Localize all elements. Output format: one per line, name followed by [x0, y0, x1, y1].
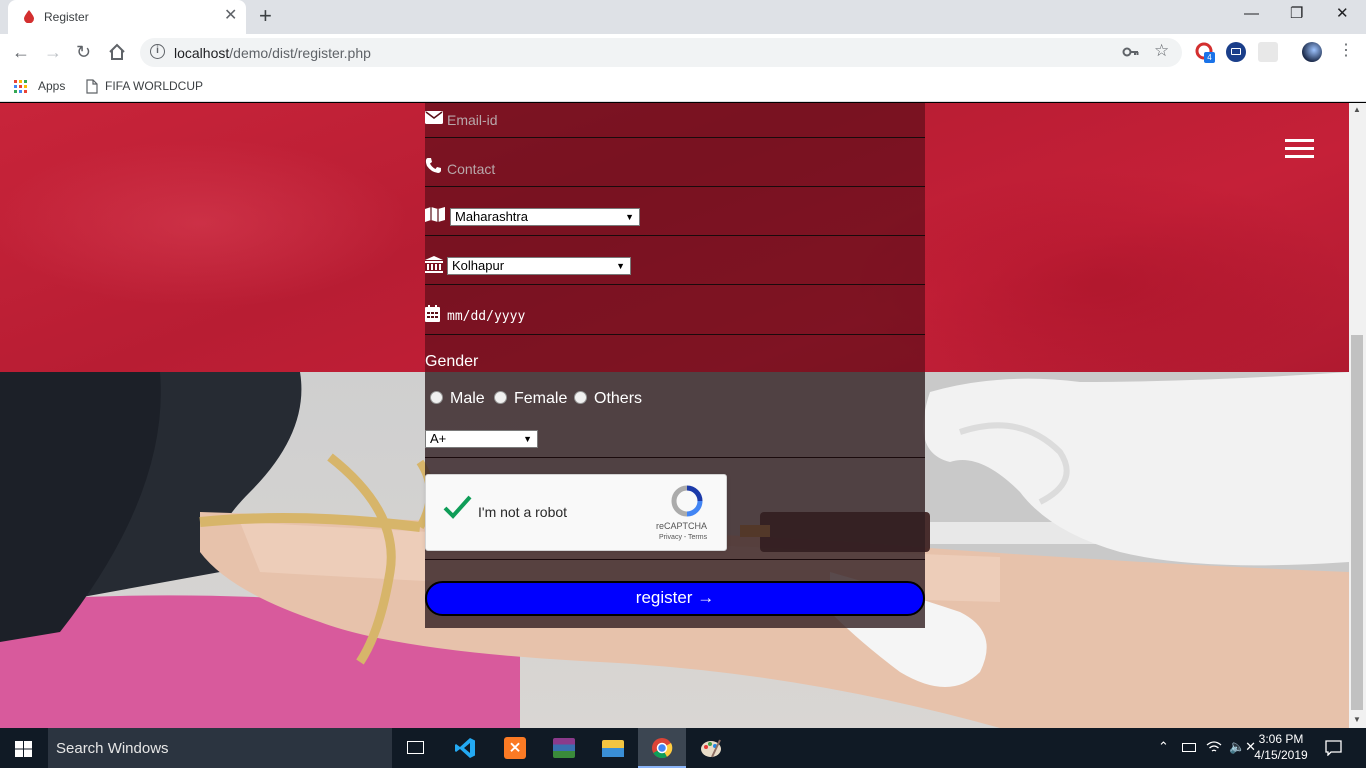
forward-icon[interactable]: → [44, 41, 62, 63]
windows-taskbar: Search Windows ⨯ ⌃ 🔈✕ 3:06 PM 4/15/2019 [0, 728, 1366, 768]
dropdown-arrow-icon: ▼ [523, 434, 532, 444]
wifi-icon[interactable] [1206, 740, 1222, 754]
captcha-brand: reCAPTCHA [656, 521, 708, 531]
minimize-icon[interactable]: — [1244, 4, 1259, 24]
apps-grid-icon[interactable] [14, 80, 28, 94]
clock-date: 4/15/2019 [1254, 748, 1308, 762]
page-viewport: Email-id Contact Maharashtra ▼ Kolhapur … [0, 103, 1349, 728]
state-row: Maharashtra ▼ [425, 187, 925, 236]
new-tab-icon[interactable]: + [259, 4, 272, 28]
task-view-icon[interactable] [392, 728, 440, 768]
email-row: Email-id [425, 103, 925, 138]
registration-form: Email-id Contact Maharashtra ▼ Kolhapur … [425, 103, 925, 628]
reload-icon[interactable]: ↻ [76, 41, 91, 63]
key-icon[interactable] [1122, 45, 1140, 59]
gender-male-radio[interactable] [430, 391, 443, 404]
file-explorer-icon[interactable] [588, 728, 636, 768]
city-select[interactable]: Kolhapur ▼ [447, 257, 631, 275]
tab-close-icon[interactable]: ✕ [224, 7, 237, 25]
contact-row: Contact [425, 138, 925, 187]
captcha-terms-link[interactable]: Privacy - Terms [659, 534, 707, 541]
gender-others-label: Others [594, 390, 643, 407]
home-icon[interactable] [108, 43, 126, 61]
recaptcha-widget: I'm not a robot reCAPTCHA Privacy - Term… [425, 474, 727, 551]
map-icon [425, 207, 445, 222]
battery-icon[interactable] [1182, 743, 1196, 752]
bookmark-star-icon[interactable]: ☆ [1154, 41, 1169, 61]
xampp-icon[interactable]: ⨯ [490, 728, 538, 768]
restore-icon[interactable]: ❐ [1290, 4, 1303, 24]
tab-strip: Register ✕ + — ❐ ✕ [0, 0, 1366, 34]
captcha-label: I'm not a robot [478, 504, 568, 520]
dob-input[interactable]: mm/dd/yyyy [447, 309, 525, 324]
start-button[interactable] [0, 728, 48, 768]
browser-tab[interactable]: Register ✕ [8, 0, 246, 34]
divider [425, 559, 925, 560]
scroll-up-icon[interactable]: ▲ [1353, 105, 1361, 114]
dob-row: mm/dd/yyyy [425, 285, 925, 335]
opera-extension-icon[interactable]: 4 [1195, 42, 1215, 63]
site-info-icon[interactable]: i [150, 44, 165, 59]
chrome-taskbar-icon[interactable] [638, 728, 686, 768]
tray-overflow-icon[interactable]: ⌃ [1158, 739, 1169, 755]
bookmarks-bar: Apps FIFA WORLDCUP [0, 72, 1366, 102]
extension-badge: 4 [1204, 52, 1215, 63]
dropdown-arrow-icon: ▼ [616, 261, 625, 271]
system-clock[interactable]: 3:06 PM 4/15/2019 [1248, 731, 1314, 763]
phone-icon [425, 158, 441, 173]
action-center-icon[interactable] [1325, 740, 1342, 756]
bookmark-fifa-worldcup[interactable]: FIFA WORLDCUP [105, 78, 203, 94]
gender-male-label: Male [450, 390, 485, 407]
gender-label: Gender [425, 353, 479, 370]
scroll-down-icon[interactable]: ▼ [1353, 715, 1361, 724]
email-input[interactable]: Email-id [447, 112, 498, 128]
gender-female-label: Female [514, 390, 568, 407]
browser-toolbar: ← → ↻ i localhost/demo/dist/register.php… [0, 34, 1366, 72]
clock-time: 3:06 PM [1258, 732, 1304, 746]
address-bar[interactable]: i localhost/demo/dist/register.php ☆ [140, 38, 1182, 67]
envelope-icon [425, 111, 443, 124]
tab-title: Register [44, 10, 89, 24]
grid-extension-icon[interactable] [1258, 42, 1278, 62]
profile-avatar[interactable] [1302, 42, 1322, 62]
captcha-checkbox[interactable] [442, 493, 472, 523]
blood-group-select[interactable]: A+ ▼ [425, 430, 538, 448]
hamburger-menu-icon[interactable] [1285, 139, 1315, 159]
dropdown-arrow-icon: ▼ [625, 212, 634, 222]
state-select[interactable]: Maharashtra ▼ [450, 208, 640, 226]
paint-icon[interactable] [687, 728, 735, 768]
windows-logo-icon [15, 741, 32, 757]
page-scrollbar[interactable]: ▲ ▼ [1349, 103, 1366, 728]
page-icon [86, 79, 98, 94]
blood-group-row: A+ ▼ [425, 421, 925, 458]
calendar-icon [425, 305, 440, 322]
cast-extension-icon[interactable] [1226, 42, 1246, 62]
gender-female-radio[interactable] [494, 391, 507, 404]
taskbar-search-text: Search Windows [56, 740, 169, 757]
vscode-icon[interactable] [441, 728, 489, 768]
institution-icon [425, 256, 443, 273]
back-icon[interactable]: ← [12, 41, 30, 63]
winrar-icon[interactable] [539, 728, 587, 768]
recaptcha-logo-icon [671, 485, 703, 517]
scrollbar-thumb[interactable] [1351, 335, 1363, 710]
taskbar-search-box[interactable]: Search Windows [48, 728, 392, 768]
chrome-menu-icon[interactable]: ⋮ [1338, 41, 1354, 61]
window-close-icon[interactable]: ✕ [1336, 4, 1349, 24]
blood-drop-icon [24, 10, 34, 23]
url-text[interactable]: localhost/demo/dist/register.php [174, 45, 371, 61]
city-row: Kolhapur ▼ [425, 236, 925, 285]
bookmark-apps[interactable]: Apps [38, 78, 65, 94]
register-button[interactable]: register → [425, 581, 925, 616]
gender-others-radio[interactable] [574, 391, 587, 404]
contact-input[interactable]: Contact [447, 161, 495, 177]
